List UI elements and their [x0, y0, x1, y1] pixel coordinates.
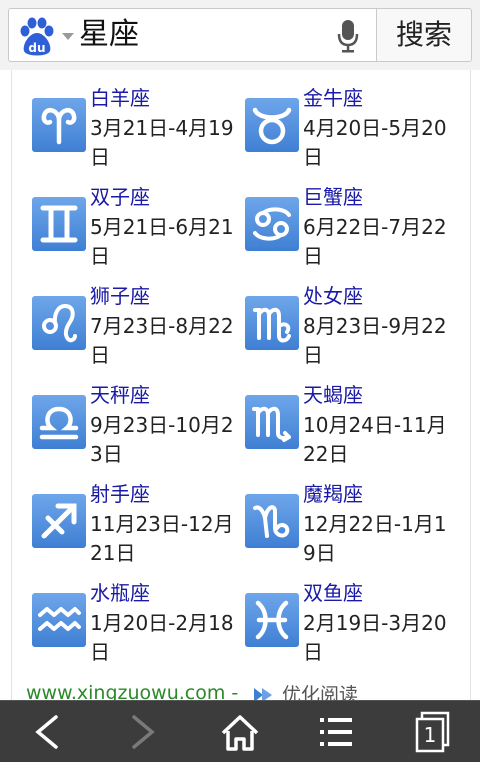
zodiac-dates: 1月20日-2月18日 [90, 611, 234, 664]
zodiac-name-link[interactable]: 水瓶座 [90, 579, 150, 607]
reader-mode-label: 优化阅读 [282, 684, 359, 700]
pisces-icon[interactable] [245, 593, 299, 647]
virgo-icon[interactable] [245, 296, 299, 350]
zodiac-item[interactable]: 天蝎座 10月24日-11月22日 [245, 381, 457, 473]
zodiac-name-link[interactable]: 金牛座 [303, 84, 363, 112]
aquarius-icon[interactable] [32, 593, 86, 647]
search-query-text[interactable]: 星座 [79, 17, 139, 53]
scorpio-icon[interactable] [245, 395, 299, 449]
zodiac-card: 白羊座 3月21日-4月19日 金牛座 4月20日-5月20日双子座 5月21日-6月2… [11, 70, 471, 700]
reader-mode-button[interactable]: 优化阅读 [252, 680, 358, 700]
search-input[interactable]: du 星座 [8, 8, 376, 62]
zodiac-dates: 3月21日-4月19日 [90, 116, 234, 169]
home-icon[interactable] [210, 709, 270, 755]
zodiac-name-link[interactable]: 天蝎座 [303, 381, 363, 409]
zodiac-name-link[interactable]: 处女座 [303, 282, 363, 310]
zodiac-name-link[interactable]: 射手座 [90, 480, 150, 508]
forward-arrow-icon[interactable] [112, 709, 172, 755]
zodiac-dates: 9月23日-10月23日 [90, 413, 234, 466]
taurus-icon[interactable] [245, 98, 299, 152]
zodiac-name-link[interactable]: 双鱼座 [303, 579, 363, 607]
zodiac-name-link[interactable]: 双子座 [90, 183, 150, 211]
zodiac-name-link[interactable]: 魔羯座 [303, 480, 363, 508]
zodiac-name-link[interactable]: 天秤座 [90, 381, 150, 409]
zodiac-item[interactable]: 双子座 5月21日-6月21日 [32, 183, 244, 275]
zodiac-item[interactable]: 双鱼座 2月19日-3月20日 [245, 579, 457, 671]
zodiac-dates: 5月21日-6月21日 [90, 215, 234, 268]
zodiac-name-link[interactable]: 狮子座 [90, 282, 150, 310]
zodiac-item[interactable]: 处女座 8月23日-9月22日 [245, 282, 457, 374]
svg-text:du: du [28, 41, 45, 55]
search-bar: du 星座 搜索 [0, 0, 480, 70]
search-button[interactable]: 搜索 [376, 8, 472, 62]
zodiac-item[interactable]: 射手座 11月23日-12月21日 [32, 480, 244, 572]
bottom-navigation: 1 [0, 700, 480, 762]
gemini-icon[interactable] [32, 197, 86, 251]
zodiac-item[interactable]: 巨蟹座 6月22日-7月22日 [245, 183, 457, 275]
menu-list-icon[interactable] [306, 709, 366, 755]
capricorn-icon[interactable] [245, 494, 299, 548]
zodiac-item[interactable]: 金牛座 4月20日-5月20日 [245, 84, 457, 176]
zodiac-name-link[interactable]: 巨蟹座 [303, 183, 363, 211]
zodiac-dates: 10月24日-11月22日 [303, 413, 447, 466]
zodiac-dates: 2月19日-3月20日 [303, 611, 447, 664]
source-link[interactable]: www.xingzuowu.com - [26, 682, 238, 700]
zodiac-item[interactable]: 水瓶座 1月20日-2月18日 [32, 579, 244, 671]
back-arrow-icon[interactable] [16, 709, 76, 755]
zodiac-dates: 11月23日-12月21日 [90, 512, 234, 565]
zodiac-dates: 4月20日-5月20日 [303, 116, 447, 169]
zodiac-dates: 7月23日-8月22日 [90, 314, 234, 367]
tabs-button[interactable]: 1 [404, 709, 464, 755]
zodiac-dates: 6月22日-7月22日 [303, 215, 447, 268]
libra-icon[interactable] [32, 395, 86, 449]
zodiac-name-link[interactable]: 白羊座 [90, 84, 150, 112]
zodiac-item[interactable]: 狮子座 7月23日-8月22日 [32, 282, 244, 374]
zodiac-dates: 8月23日-9月22日 [303, 314, 447, 367]
baidu-logo-icon[interactable]: du [15, 15, 59, 59]
leo-icon[interactable] [32, 296, 86, 350]
zodiac-item[interactable]: 白羊座 3月21日-4月19日 [32, 84, 244, 176]
aries-icon[interactable] [32, 98, 86, 152]
zodiac-dates: 12月22日-1月19日 [303, 512, 447, 565]
reader-mode-icon [254, 688, 272, 700]
tab-count: 1 [423, 723, 437, 747]
zodiac-item[interactable]: 天秤座 9月23日-10月23日 [32, 381, 244, 473]
sagittarius-icon[interactable] [32, 494, 86, 548]
chevron-down-icon[interactable] [62, 33, 74, 40]
cancer-icon[interactable] [245, 197, 299, 251]
microphone-icon[interactable] [337, 19, 359, 53]
zodiac-item[interactable]: 魔羯座 12月22日-1月19日 [245, 480, 457, 572]
